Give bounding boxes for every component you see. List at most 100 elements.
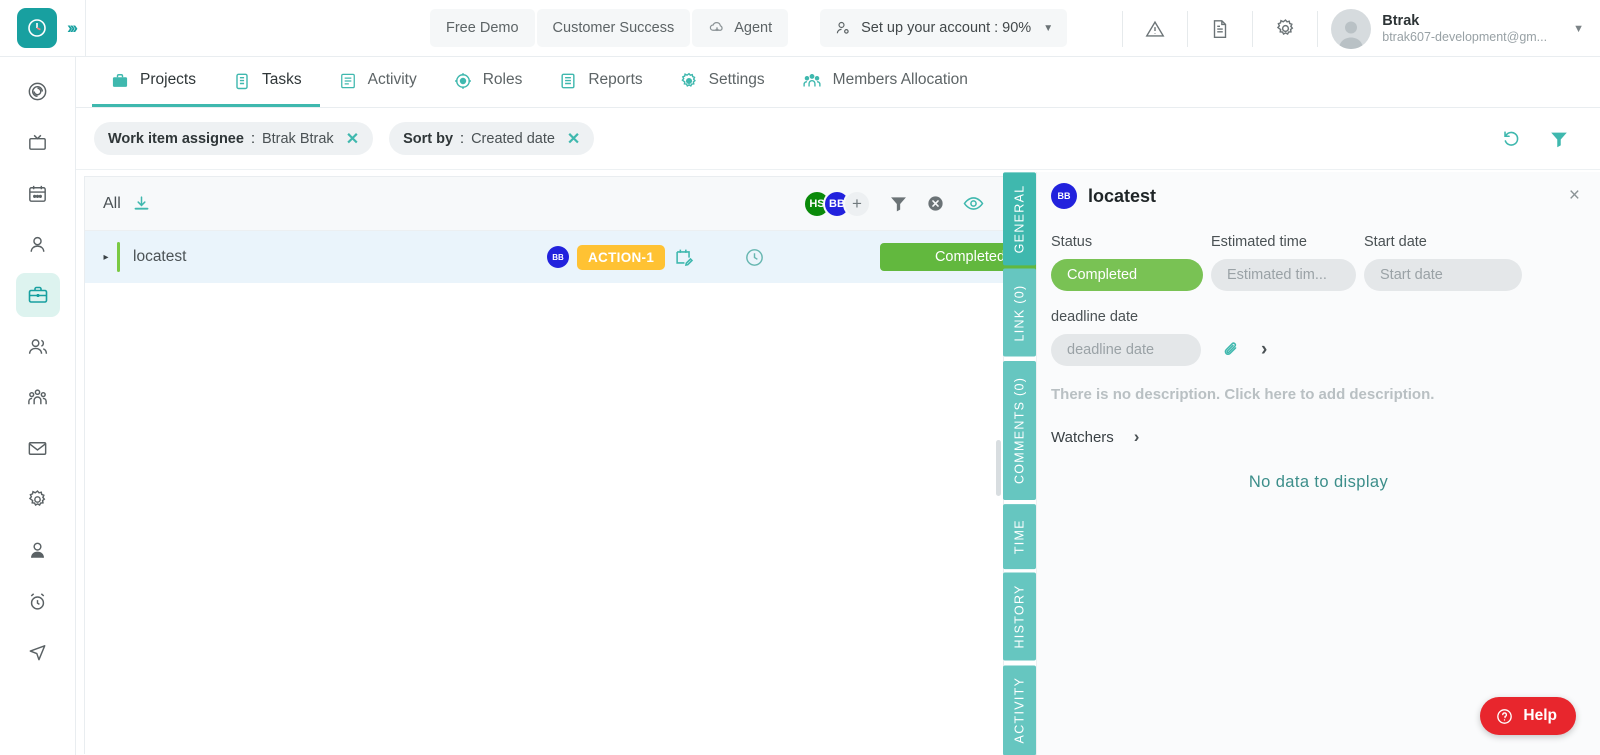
deadline-date-input[interactable]: deadline date — [1051, 334, 1201, 366]
free-demo-label: Free Demo — [446, 20, 519, 36]
chip-key: Sort by — [403, 131, 453, 147]
estimated-time-input[interactable]: Estimated tim... — [1211, 259, 1356, 291]
avatar[interactable]: BB — [547, 246, 569, 268]
help-button[interactable]: Help — [1480, 697, 1576, 735]
detail-tab-link[interactable]: LINK (0) — [1003, 269, 1036, 357]
tab-activity[interactable]: Activity — [320, 57, 435, 107]
reset-icon[interactable] — [1501, 128, 1522, 149]
sidebar-item-profile[interactable] — [16, 222, 60, 266]
tab-reports[interactable]: Reports — [540, 57, 660, 107]
sidebar-item-screenshots[interactable] — [16, 120, 60, 164]
download-icon[interactable] — [132, 194, 151, 213]
user-badge-icon — [26, 539, 49, 562]
sidebar-item-send[interactable] — [16, 630, 60, 674]
start-date-input[interactable]: Start date — [1364, 259, 1522, 291]
gear-icon[interactable] — [1266, 10, 1304, 48]
detail-tab-time[interactable]: TIME — [1003, 504, 1036, 569]
help-label: Help — [1523, 707, 1557, 725]
watchers-section[interactable]: Watchers › — [1051, 427, 1586, 447]
free-demo-button[interactable]: Free Demo — [430, 9, 535, 47]
status-label: Status — [1051, 234, 1203, 250]
detail-header: BB locatest × — [1037, 172, 1600, 220]
assignee-avatars: HS BB + — [803, 190, 871, 218]
spiral-target-icon — [26, 80, 49, 103]
group-people-icon — [26, 386, 49, 409]
agent-button[interactable]: Agent — [692, 9, 788, 47]
close-icon[interactable]: ✕ — [567, 129, 580, 149]
status-select[interactable]: Completed — [1051, 259, 1203, 291]
user-info[interactable]: Btrak btrak607-development@gm... — [1382, 12, 1547, 46]
sidebar-item-settings[interactable] — [16, 477, 60, 521]
chevron-right-icon[interactable]: › — [1261, 339, 1267, 361]
sidebar-item-organization[interactable] — [16, 375, 60, 419]
filter-chip-assignee[interactable]: Work item assignee : Btrak Btrak ✕ — [94, 122, 373, 155]
clear-filter-icon[interactable] — [926, 194, 945, 213]
header-divider-2 — [1122, 11, 1123, 47]
paperclip-icon[interactable] — [1221, 340, 1241, 360]
briefcase-icon — [26, 283, 50, 307]
sidebar-item-timer[interactable] — [16, 579, 60, 623]
chevron-right-icon[interactable]: › — [1134, 427, 1140, 447]
target-icon — [453, 71, 473, 91]
task-list-header-actions: HS BB + — [803, 190, 985, 218]
eye-icon[interactable] — [962, 192, 985, 215]
task-list-pane: All HS BB + — [84, 176, 1004, 754]
filter-actions — [1501, 128, 1582, 150]
clock-icon[interactable] — [743, 246, 766, 269]
detail-tab-comments[interactable]: COMMENTS (0) — [1003, 361, 1036, 500]
sidebar-item-dashboard[interactable] — [16, 69, 60, 113]
report-icon — [558, 71, 578, 91]
expand-row-icon[interactable]: ▸ — [95, 252, 117, 263]
description-placeholder[interactable]: There is no description. Click here to a… — [1051, 386, 1586, 403]
row-accent-bar — [117, 242, 120, 272]
caret-down-icon: ▼ — [1043, 23, 1053, 34]
chip-key: Work item assignee — [108, 131, 244, 147]
detail-vertical-tabs: GENERAL LINK (0) COMMENTS (0) TIME HISTO… — [1003, 172, 1036, 755]
table-row[interactable]: ▸ locatest BB ACTION-1 Completed ⋯ — [85, 231, 1003, 283]
task-title[interactable]: locatest — [133, 248, 186, 266]
tab-label: Roles — [483, 71, 523, 89]
detail-tab-history[interactable]: HISTORY — [1003, 573, 1036, 661]
tab-members-allocation[interactable]: Members Allocation — [783, 57, 986, 107]
chip-colon: : — [251, 131, 255, 147]
app-logo[interactable] — [17, 8, 57, 48]
sidebar-item-projects[interactable] — [16, 273, 60, 317]
sidebar-item-account[interactable] — [16, 528, 60, 572]
tab-settings[interactable]: Settings — [661, 57, 783, 107]
account-setup-button[interactable]: Set up your account : 90% ▼ — [820, 9, 1067, 47]
clock-logo-icon — [25, 16, 49, 40]
sidebar-item-teams[interactable] — [16, 324, 60, 368]
sidebar-item-mail[interactable] — [16, 426, 60, 470]
filter-chip-sort-by[interactable]: Sort by : Created date ✕ — [389, 122, 594, 155]
tab-roles[interactable]: Roles — [435, 57, 541, 107]
close-icon[interactable]: ✕ — [346, 129, 359, 149]
customer-success-label: Customer Success — [553, 20, 675, 36]
close-icon[interactable]: × — [1569, 186, 1580, 205]
customer-success-button[interactable]: Customer Success — [537, 9, 691, 47]
document-icon[interactable] — [1201, 10, 1239, 48]
status-badge[interactable]: ACTION-1 — [577, 245, 665, 270]
detail-tab-general[interactable]: GENERAL — [1003, 172, 1036, 265]
tab-label: Tasks — [262, 71, 302, 89]
alert-triangle-icon[interactable] — [1136, 10, 1174, 48]
top-header: ››› Free Demo Customer Success Agent — [0, 0, 1600, 57]
header-divider-5 — [1317, 11, 1318, 47]
tab-label: Members Allocation — [833, 71, 968, 89]
funnel-icon[interactable] — [888, 193, 909, 214]
tab-projects[interactable]: Projects — [92, 57, 214, 107]
avatar[interactable] — [1331, 9, 1371, 49]
user-menu-caret-icon[interactable]: ▼ — [1573, 23, 1584, 35]
avatar[interactable]: BB — [1051, 183, 1077, 209]
calendar-edit-icon[interactable] — [673, 246, 695, 268]
detail-field-row: Status Completed Estimated time Estimate… — [1051, 234, 1586, 291]
sidebar-item-calendar[interactable] — [16, 171, 60, 215]
scrollbar[interactable] — [996, 440, 1001, 496]
add-assignee-button[interactable]: + — [843, 190, 871, 218]
main-tab-nav: Projects Tasks Activity — [76, 57, 1600, 108]
header-divider — [85, 0, 86, 57]
tab-tasks[interactable]: Tasks — [214, 57, 320, 107]
funnel-icon[interactable] — [1548, 128, 1570, 150]
tab-label: Projects — [140, 71, 196, 89]
chevrons-right-icon[interactable]: ››› — [67, 18, 75, 38]
detail-tab-activity[interactable]: ACTIVITY — [1003, 665, 1036, 755]
